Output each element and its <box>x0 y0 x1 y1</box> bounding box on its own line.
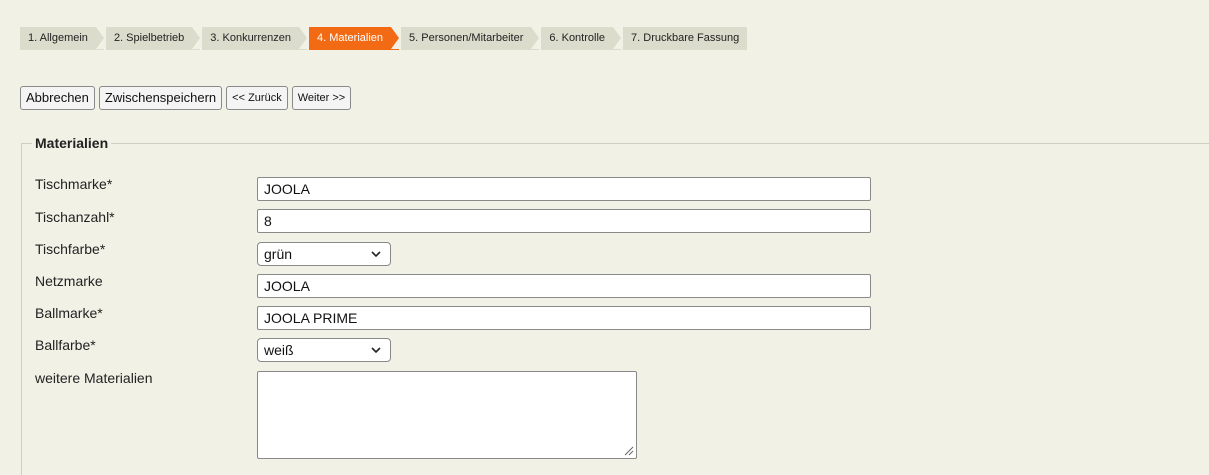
back-button[interactable]: << Zurück <box>226 86 288 110</box>
netzmarke-label: Netzmarke <box>35 273 103 289</box>
step-materialien[interactable]: 4. Materialien <box>308 27 400 50</box>
step-personen-mitarbeiter[interactable]: 5. Personen/Mitarbeiter <box>401 27 540 50</box>
materialien-fieldset: Materialien Tischmarke* JOOLA Tischanzah… <box>21 135 1209 475</box>
fieldset-legend: Materialien <box>35 135 109 151</box>
tischfarbe-label: Tischfarbe* <box>35 241 106 257</box>
step-label: 2. Spielbetrieb <box>113 32 185 44</box>
tischmarke-input[interactable]: JOOLA <box>257 177 871 201</box>
netzmarke-input[interactable]: JOOLA <box>257 274 871 298</box>
step-label: 5. Personen/Mitarbeiter <box>409 32 524 44</box>
step-arrow <box>95 27 104 49</box>
weitere-materialien-label: weitere Materialien <box>35 370 153 386</box>
ballfarbe-value: weiß <box>264 342 294 358</box>
step-arrow <box>192 27 201 49</box>
step-arrow <box>391 27 400 49</box>
toolbar: Abbrechen Zwischenspeichern << Zurück We… <box>20 86 352 110</box>
ballfarbe-label: Ballfarbe* <box>35 337 96 353</box>
tischanzahl-label: Tischanzahl* <box>35 209 115 225</box>
step-spielbetrieb[interactable]: 2. Spielbetrieb <box>105 27 201 50</box>
step-label: 1. Allgemein <box>28 32 88 44</box>
step-arrow <box>298 27 307 49</box>
tischanzahl-input[interactable]: 8 <box>257 209 871 233</box>
step-label: 4. Materialien <box>316 32 384 44</box>
next-button[interactable]: Weiter >> <box>291 86 352 110</box>
chevron-down-icon <box>371 347 381 354</box>
tischmarke-label: Tischmarke* <box>35 176 113 192</box>
tischfarbe-select[interactable]: grün <box>257 242 391 266</box>
cancel-button[interactable]: Abbrechen <box>20 86 95 110</box>
weitere-materialien-textarea[interactable] <box>257 371 637 459</box>
chevron-down-icon <box>371 251 381 258</box>
ballfarbe-select[interactable]: weiß <box>257 338 391 362</box>
step-kontrolle[interactable]: 6. Kontrolle <box>541 27 622 50</box>
resize-grip-icon[interactable] <box>622 444 634 456</box>
step-label: 6. Kontrolle <box>549 32 606 44</box>
tischfarbe-value: grün <box>264 246 293 262</box>
step-label: 7. Druckbare Fassung <box>631 32 740 44</box>
step-allgemein[interactable]: 1. Allgemein <box>20 27 104 50</box>
step-arrow <box>531 27 540 49</box>
wizard-steps: 1. Allgemein 2. Spielbetrieb 3. Konkurre… <box>20 27 749 50</box>
step-druckbare-fassung[interactable]: 7. Druckbare Fassung <box>623 27 748 50</box>
ballmarke-label: Ballmarke* <box>35 305 103 321</box>
step-konkurrenzen[interactable]: 3. Konkurrenzen <box>202 27 307 50</box>
step-label: 3. Konkurrenzen <box>210 32 291 44</box>
save-draft-button[interactable]: Zwischenspeichern <box>98 86 223 110</box>
step-arrow <box>613 27 622 49</box>
ballmarke-input[interactable]: JOOLA PRIME <box>257 306 871 330</box>
